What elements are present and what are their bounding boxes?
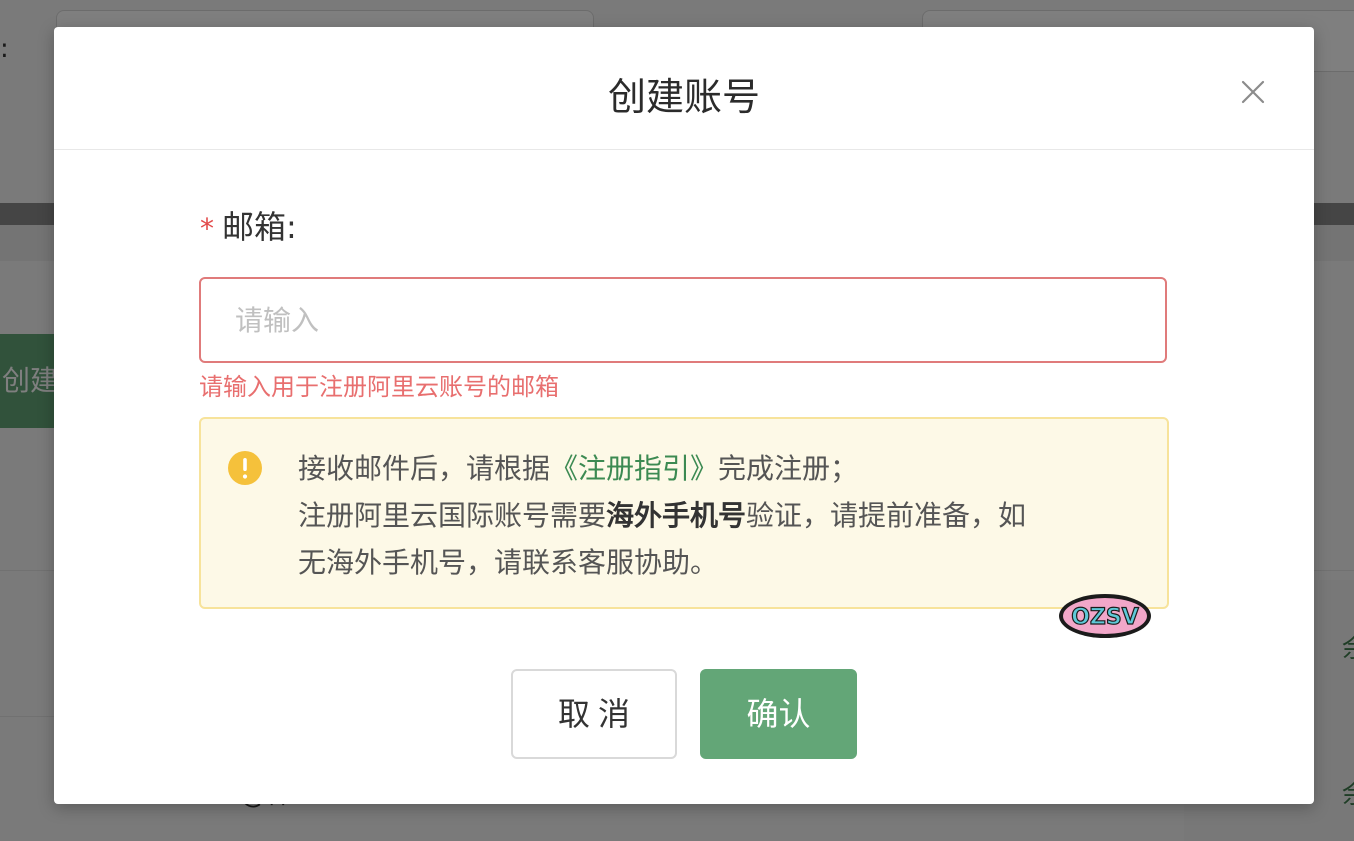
close-button[interactable] xyxy=(1240,79,1266,105)
sticker-text: OZSV xyxy=(1071,605,1139,630)
notice-text: 接收邮件后，请根据《注册指引》完成注册； 注册阿里云国际账号需要海外手机号验证，… xyxy=(298,445,1148,586)
registration-guide-link[interactable]: 《注册指引》 xyxy=(550,452,718,485)
notice-line-2-suffix: 验证，请提前准备，如 xyxy=(746,499,1027,532)
notice-line-2: 注册阿里云国际账号需要海外手机号验证，请提前准备，如 xyxy=(298,492,1148,539)
create-account-dialog: 创建账号 *邮箱: 请输入用于注册阿里云账号的邮箱 接收邮件后，请根据《注册指引… xyxy=(54,27,1314,804)
dialog-header: 创建账号 xyxy=(54,27,1314,150)
notice-line-1-prefix: 接收邮件后，请根据 xyxy=(298,452,551,485)
notice-line-3: 无海外手机号，请联系客服协助。 xyxy=(298,546,719,579)
sticker-logo: OZSV xyxy=(1059,594,1151,638)
warning-icon xyxy=(228,451,262,485)
dialog-title: 创建账号 xyxy=(607,75,760,119)
email-label-text: 邮箱: xyxy=(222,208,297,246)
notice-line-2-prefix: 注册阿里云国际账号需要 xyxy=(298,499,607,532)
registration-notice: 接收邮件后，请根据《注册指引》完成注册； 注册阿里云国际账号需要海外手机号验证，… xyxy=(199,417,1169,609)
email-error-message: 请输入用于注册阿里云账号的邮箱 xyxy=(199,373,559,401)
email-label: * 邮箱: xyxy=(200,205,297,251)
notice-emphasis: 海外手机号 xyxy=(606,499,747,532)
notice-line-1-suffix: 完成注册； xyxy=(718,452,859,485)
required-mark: * xyxy=(200,212,214,245)
notice-line-1: 接收邮件后，请根据《注册指引》完成注册； xyxy=(298,445,1148,492)
email-input[interactable] xyxy=(199,277,1167,363)
confirm-button[interactable]: 确认 xyxy=(700,669,857,759)
close-icon xyxy=(1241,80,1265,104)
cancel-button[interactable]: 取消 xyxy=(511,669,677,759)
